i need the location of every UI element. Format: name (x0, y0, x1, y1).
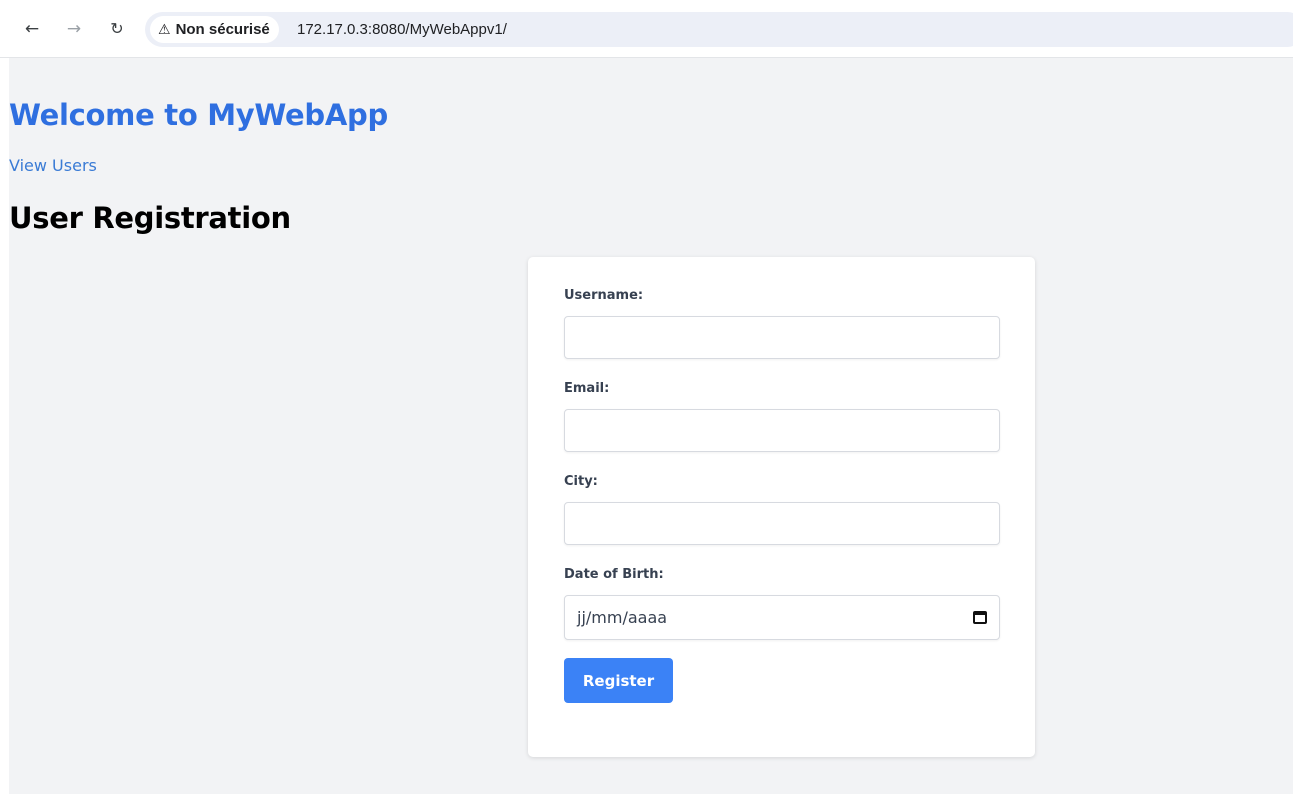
email-label: Email: (564, 381, 610, 396)
view-users-link[interactable]: View Users (9, 156, 97, 175)
page-content: Welcome to MyWebApp View Users User Regi… (9, 58, 1293, 794)
security-label: Non sécurisé (175, 21, 270, 38)
back-arrow-icon[interactable]: ← (22, 19, 42, 39)
page-heading: Welcome to MyWebApp (9, 98, 388, 132)
reload-icon[interactable]: ↻ (107, 19, 127, 39)
dob-placeholder: jj/mm/aaaa (577, 608, 668, 627)
forward-arrow-icon[interactable]: → (64, 19, 84, 39)
username-label: Username: (564, 288, 644, 303)
security-indicator[interactable]: ⚠ Non sécurisé (150, 16, 279, 43)
browser-toolbar: ← → ↻ ⚠ Non sécurisé 172.17.0.3:8080/MyW… (0, 0, 1293, 58)
warning-triangle-icon: ⚠ (158, 21, 171, 38)
city-input[interactable] (564, 502, 1000, 545)
registration-form: Username: Email: City: Date of Birth: jj… (528, 257, 1035, 757)
dob-label: Date of Birth: (564, 567, 664, 582)
section-title: User Registration (9, 201, 291, 235)
city-label: City: (564, 474, 598, 489)
register-button[interactable]: Register (564, 658, 673, 703)
dob-input[interactable]: jj/mm/aaaa (564, 595, 1000, 640)
email-input[interactable] (564, 409, 1000, 452)
url-text[interactable]: 172.17.0.3:8080/MyWebAppv1/ (297, 21, 507, 38)
address-bar[interactable]: ⚠ Non sécurisé 172.17.0.3:8080/MyWebAppv… (145, 12, 1293, 47)
calendar-icon[interactable] (973, 611, 987, 624)
username-input[interactable] (564, 316, 1000, 359)
